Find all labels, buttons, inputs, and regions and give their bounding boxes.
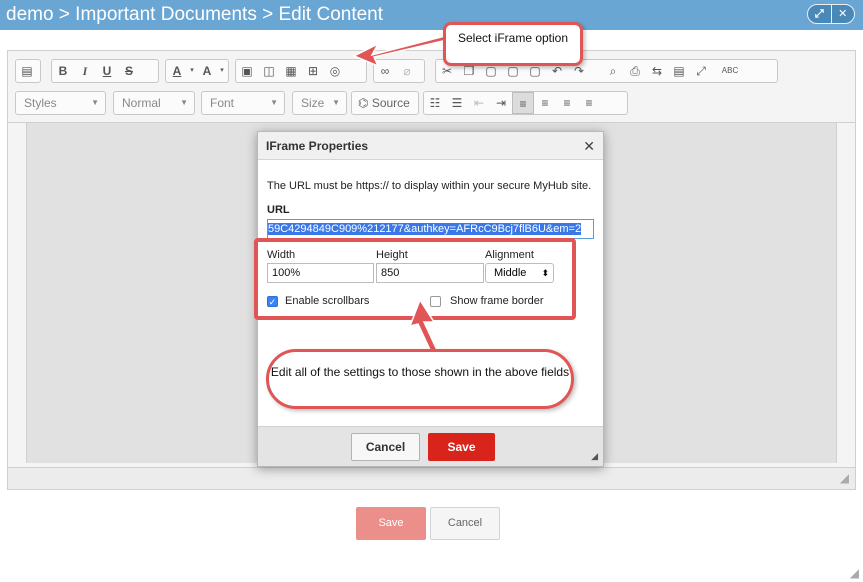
media-icon[interactable]: ◫ [258,60,280,82]
document-icon[interactable]: ▤ [16,60,38,82]
resize-grip-icon[interactable]: ◢ [840,471,849,485]
maximize-icon[interactable]: ⤢ [690,60,712,82]
size-combo[interactable]: Size ▼ [292,91,347,115]
format-combo-label: Normal [122,96,161,110]
resize-grip-icon[interactable]: ◢ [850,566,859,580]
bg-color-button[interactable]: A [196,60,218,82]
indent-icon[interactable]: ⇥ [490,92,512,114]
search-icon[interactable]: ⌕ [602,60,624,82]
link-icon[interactable]: ∞ [374,60,396,82]
show-blocks-icon[interactable]: ▤ [668,60,690,82]
align-left-icon[interactable]: ≡ [512,92,534,114]
spellcheck-button[interactable]: ABC [712,60,748,82]
url-input[interactable]: 59C4294849C909%212177&authkey=AFRcC9Bcj7… [267,219,594,239]
toolbar-group-links: ∞ ⌀ [373,59,425,83]
replace-icon[interactable]: ⎙ [624,60,646,82]
table-icon[interactable]: ⊞ [302,60,324,82]
chevron-down-icon[interactable]: ▾ [188,60,196,82]
dialog-save-button[interactable]: Save [428,433,495,461]
close-icon[interactable]: ✕ [830,5,855,23]
toolbar-group-basic: B I U S [51,59,159,83]
page-save-button[interactable]: Save [356,507,426,540]
align-justify-icon[interactable]: ≡ [578,92,600,114]
callout-select-iframe: Select iFrame option [443,22,583,66]
close-icon[interactable]: ✕ [583,132,595,160]
source-label: Source [371,96,410,110]
chevron-down-icon: ▼ [91,98,99,107]
font-combo-label: Font [210,96,235,110]
align-center-icon[interactable]: ≡ [534,92,556,114]
text-color-button[interactable]: A [166,60,188,82]
font-combo[interactable]: Font ▼ [201,91,285,115]
toolbar-group-colors: A ▾ A ▾ [165,59,229,83]
unlink-icon[interactable]: ⌀ [396,60,418,82]
strikethrough-button[interactable]: S [118,60,140,82]
editor-toolbar: ▤ B I U S A ▾ A ▾ ▣ ◫ ▦ ⊞ ◎ ∞ ⌀ ✂ ❐ ▢ ▢ … [8,51,855,123]
chevron-down-icon: ▼ [332,98,340,107]
dialog-info-text: The URL must be https:// to display with… [267,180,592,192]
align-right-icon[interactable]: ≡ [556,92,578,114]
select-all-icon[interactable]: ⇆ [646,60,668,82]
bold-button[interactable]: B [52,60,74,82]
dialog-title: IFrame Properties [266,139,369,153]
source-icon: ⌬ [358,96,369,110]
numbered-list-icon[interactable]: ☷ [424,92,446,114]
template-icon[interactable]: ▦ [280,60,302,82]
toolbar-group-paragraph: ☷ ☰ ⇤ ⇥ ≡ ≡ ≡ ≡ [423,91,628,115]
outdent-icon[interactable]: ⇤ [468,92,490,114]
window-buttons: ⤢ ✕ [807,4,855,24]
page-cancel-button[interactable]: Cancel [430,507,500,540]
title-bar: demo > Important Documents > Edit Conten… [0,0,863,30]
editor-status-bar: ◢ [8,467,855,489]
format-combo[interactable]: Normal ▼ [113,91,195,115]
settings-highlight-box [254,238,576,320]
bulleted-list-icon[interactable]: ☰ [446,92,468,114]
iframe-icon[interactable]: ◎ [324,60,346,82]
image-icon[interactable]: ▣ [236,60,258,82]
dialog-cancel-button[interactable]: Cancel [351,433,420,461]
styles-combo-label: Styles [24,96,57,110]
styles-combo[interactable]: Styles ▼ [15,91,106,115]
chevron-down-icon[interactable]: ▾ [218,60,226,82]
callout-edit-settings: Edit all of the settings to those shown … [266,349,574,409]
expand-icon[interactable]: ⤢ [808,5,831,23]
resize-grip-icon[interactable]: ◢ [591,451,598,462]
chevron-down-icon: ▼ [270,98,278,107]
url-value: 59C4294849C909%212177&authkey=AFRcC9Bcj7… [268,223,582,235]
chevron-down-icon: ▼ [180,98,188,107]
url-label: URL [267,204,290,216]
size-combo-label: Size [301,96,325,110]
source-button[interactable]: ⌬ Source [351,91,419,115]
toolbar-group-insert: ▣ ◫ ▦ ⊞ ◎ [235,59,367,83]
breadcrumb: demo > Important Documents > Edit Conten… [6,4,384,25]
underline-button[interactable]: U [96,60,118,82]
dialog-footer: Cancel Save ◢ [258,426,603,466]
toolbar-group-document: ▤ [15,59,41,83]
dialog-header: IFrame Properties ✕ [258,132,603,160]
italic-button[interactable]: I [74,60,96,82]
